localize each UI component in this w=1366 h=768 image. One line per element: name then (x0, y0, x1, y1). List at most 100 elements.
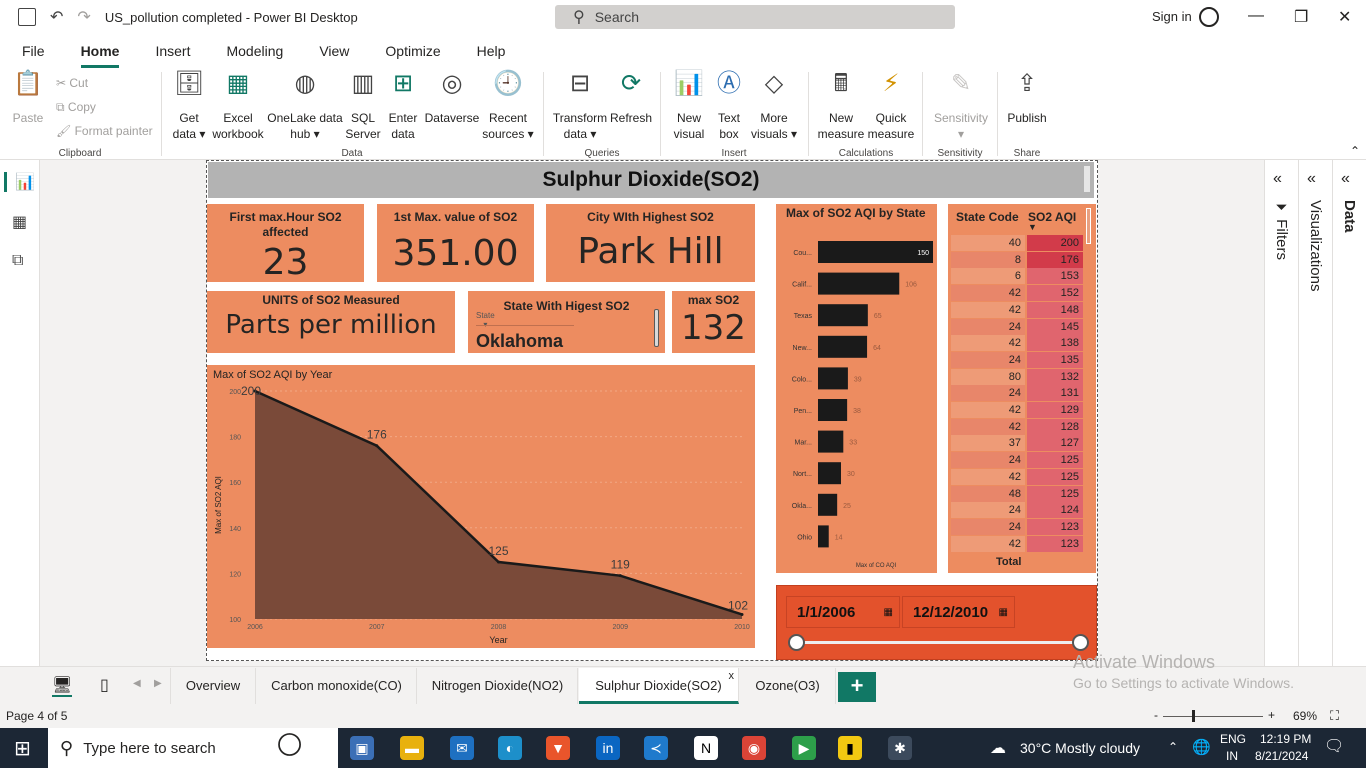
paste-button[interactable]: 📋 Paste (10, 72, 46, 126)
notion-icon[interactable]: N (694, 736, 718, 760)
card-units[interactable]: UNITS of SO2 Measured Parts per million (207, 291, 455, 353)
menu-modeling[interactable]: Modeling (226, 43, 283, 59)
sort-desc-icon[interactable]: ▼ (1028, 222, 1037, 232)
calendar-icon[interactable]: ▦ (884, 607, 893, 618)
text-box-button[interactable]: Ⓐ Text box (712, 72, 746, 142)
table-row[interactable]: 42 138 (951, 335, 1083, 352)
bar-chart-so2-by-state[interactable]: Max of SO2 AQI by State Cou... 150 Calif...… (776, 204, 937, 573)
brave-icon[interactable]: ▼ (546, 736, 570, 760)
fit-to-page-icon[interactable]: ⛶ (1330, 708, 1339, 724)
date-slider-end-handle[interactable] (1072, 634, 1089, 651)
edge-icon[interactable]: ◐ (498, 736, 522, 760)
menu-help[interactable]: Help (477, 43, 506, 59)
clock-date[interactable]: 8/21/2024 (1255, 749, 1308, 763)
windows-start-icon[interactable]: ⊞ (14, 736, 31, 761)
slicer-state[interactable]: State With Higest SO2 State▾ Oklahoma (468, 291, 665, 353)
language-indicator[interactable]: ENG (1220, 732, 1246, 746)
dataverse-button[interactable]: ◎ Dataverse (424, 72, 480, 126)
slicer-scrollbar[interactable] (654, 309, 659, 347)
notifications-icon[interactable]: 🗨 (1324, 736, 1344, 756)
table-row[interactable]: 24 135 (951, 351, 1083, 368)
add-page-button[interactable]: + (838, 672, 876, 702)
tab-sulphur-dioxide[interactable]: Sulphur Dioxide(SO2) x (579, 668, 739, 704)
cut-button[interactable]: ✂ Cut (56, 76, 88, 90)
format-painter-button[interactable]: 🖌 Format painter (56, 124, 153, 138)
copy-button[interactable]: ⧉ Copy (56, 100, 96, 115)
network-icon[interactable]: 🌐 (1192, 738, 1211, 756)
taskbar-search[interactable]: ⚲ Type here to search 🌕 (48, 728, 338, 768)
date-slider-track[interactable] (797, 641, 1081, 644)
file-explorer-icon[interactable]: ▬ (400, 736, 424, 760)
table-row[interactable]: 48 125 (951, 485, 1083, 502)
menu-insert[interactable]: Insert (155, 43, 190, 59)
menu-home[interactable]: Home (80, 43, 119, 68)
end-date-input[interactable]: 12/12/2010 ▦ (902, 596, 1015, 628)
search-box[interactable]: ⚲ Search (555, 5, 955, 29)
enter-data-button[interactable]: ⊞ Enter data (384, 72, 422, 142)
zoom-slider-thumb[interactable] (1192, 710, 1195, 722)
zoom-in-button[interactable]: + (1268, 708, 1275, 722)
expand-data-icon[interactable]: « (1341, 170, 1350, 188)
minimize-icon[interactable]: — (1248, 7, 1264, 25)
menu-view[interactable]: View (319, 43, 349, 59)
collapse-ribbon-icon[interactable]: ⌃ (1350, 144, 1360, 158)
date-range-slicer[interactable]: 1/1/2006 ▦ 12/12/2010 ▦ (776, 585, 1097, 660)
table-row[interactable]: 42 123 (951, 535, 1083, 552)
onelake-button[interactable]: ◍ OneLake data hub ▾ (266, 72, 344, 142)
restore-icon[interactable]: ❐ (1294, 7, 1308, 27)
powerbi-icon[interactable]: ▮ (838, 736, 862, 760)
card-city-highest[interactable]: City WIth Highest SO2 Park Hill (546, 204, 755, 282)
table-row[interactable]: 24 131 (951, 385, 1083, 402)
show-hidden-icons[interactable]: ⌃ (1168, 740, 1178, 754)
new-measure-button[interactable]: 🖩 New measure (816, 72, 866, 142)
area-chart-so2-by-year[interactable]: Max of SO2 AQI by Year 100 120 140 160 180 200… (207, 365, 755, 648)
table-row[interactable]: 42 128 (951, 418, 1083, 435)
tab-nitrogen-dioxide[interactable]: Nitrogen Dioxide(NO2) (418, 668, 578, 704)
get-data-button[interactable]: 🗄 Get data ▾ (168, 72, 210, 142)
visualizations-pane[interactable]: « Visualizations (1298, 160, 1332, 666)
publish-button[interactable]: ⇪ Publish (1004, 72, 1050, 126)
card-first-max-value[interactable]: 1st Max. value of SO2 351.00 (377, 204, 534, 282)
table-row[interactable]: 37 127 (951, 435, 1083, 452)
close-icon[interactable]: ✕ (1338, 7, 1351, 27)
tab-carbon-monoxide[interactable]: Carbon monoxide(CO) (257, 668, 417, 704)
zoom-slider[interactable] (1163, 716, 1263, 717)
menu-optimize[interactable]: Optimize (385, 43, 440, 59)
table-row[interactable]: 80 132 (951, 368, 1083, 385)
card-first-max-hour[interactable]: First max.Hour SO2 affected 23 (207, 204, 364, 283)
weather-text[interactable]: 30°C Mostly cloudy (1020, 740, 1140, 756)
data-pane[interactable]: « Data (1332, 160, 1366, 666)
undo-icon[interactable]: ↶ (50, 7, 63, 27)
table-row[interactable]: 24 123 (951, 518, 1083, 535)
card-max-so2[interactable]: max SO2 132 (672, 291, 755, 353)
mail-icon[interactable]: ✉ (450, 736, 474, 760)
excel-workbook-button[interactable]: ▦ Excel workbook (210, 72, 266, 142)
expand-visualizations-icon[interactable]: « (1307, 170, 1316, 188)
report-view-icon[interactable]: 📊 (4, 172, 35, 192)
store-icon[interactable]: ▣ (350, 736, 374, 760)
table-row[interactable]: 6 153 (951, 268, 1083, 285)
table-row[interactable]: 42 152 (951, 285, 1083, 302)
mobile-layout-icon[interactable]: ▯ (100, 675, 109, 695)
table-row[interactable]: 24 125 (951, 452, 1083, 469)
desktop-layout-icon[interactable]: 🖥 (52, 675, 73, 697)
more-visuals-button[interactable]: ◇ More visuals ▾ (748, 72, 800, 142)
transform-data-button[interactable]: ⊟ Transform data ▾ (552, 72, 608, 142)
table-header-state-code[interactable]: State Code (956, 210, 1019, 224)
filters-pane[interactable]: « ⏷ Filters (1264, 160, 1298, 666)
table-row[interactable]: 24 145 (951, 318, 1083, 335)
refresh-button[interactable]: ⟳ Refresh (608, 72, 654, 126)
slicer-value[interactable]: Oklahoma (476, 331, 563, 352)
sign-in-link[interactable]: Sign in (1152, 9, 1192, 24)
expand-filters-icon[interactable]: « (1273, 170, 1282, 188)
account-icon[interactable] (1199, 7, 1219, 27)
menu-file[interactable]: File (22, 43, 45, 59)
tab-ozone[interactable]: Ozone(O3) (740, 668, 836, 704)
table-view-icon[interactable]: ▦ (12, 212, 27, 232)
table-row[interactable]: 42 129 (951, 402, 1083, 418)
table-row[interactable]: 24 124 (951, 502, 1083, 519)
date-slider-start-handle[interactable] (788, 634, 805, 651)
table-scrollbar[interactable] (1086, 208, 1091, 244)
save-icon[interactable] (18, 8, 36, 26)
table-row[interactable]: 42 148 (951, 301, 1083, 318)
